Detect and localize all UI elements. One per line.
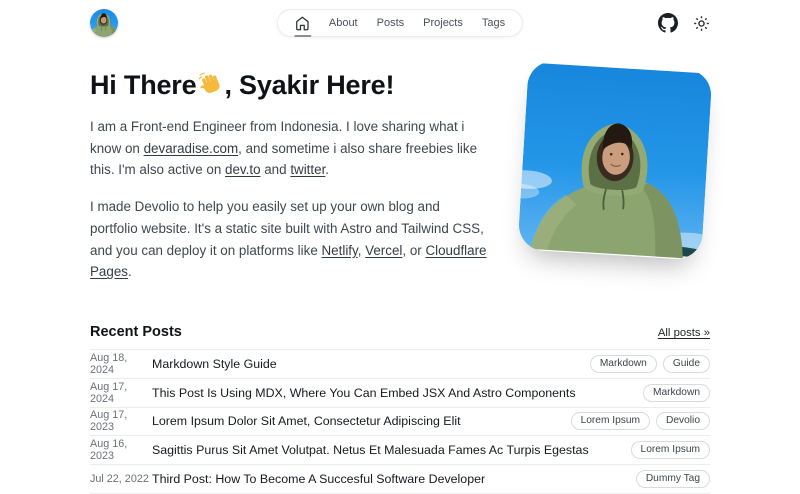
post-tags: Lorem Ipsum [631,441,710,459]
post-row: Jul 22, 2022 Third Post: How To Become A… [90,465,710,494]
tag-pill[interactable]: Devolio [656,412,710,430]
post-row: Aug 16, 2023 Sagittis Purus Sit Amet Vol… [90,436,710,465]
link-twitter[interactable]: twitter [290,162,325,177]
devolio-paragraph: I made Devolio to help you easily set up… [90,196,488,283]
header-actions [658,13,710,33]
post-list: Aug 18, 2024 Markdown Style Guide Markdo… [90,349,710,494]
post-row: Aug 17, 2023 Lorem Ipsum Dolor Sit Amet,… [90,408,710,437]
nav-item-posts[interactable]: Posts [377,17,405,29]
post-title-link[interactable]: Markdown Style Guide [152,357,580,371]
wave-emoji-icon [197,71,223,97]
post-date: Aug 16, 2023 [90,438,152,462]
hero-section: Hi There👋, Syakir Here! I am a Front-end… [90,60,710,298]
post-row: Aug 18, 2024 Markdown Style Guide Markdo… [90,350,710,379]
post-title-link[interactable]: Lorem Ipsum Dolor Sit Amet, Consectetur … [152,414,561,428]
hero-photo [517,60,712,261]
nav-item-about[interactable]: About [329,17,358,29]
post-tags: Markdown Guide [590,355,710,373]
link-devaradise[interactable]: devaradise.com [144,141,239,156]
post-date: Aug 18, 2024 [90,352,152,376]
page-title: Hi There👋, Syakir Here! [90,70,488,101]
post-date: Jul 22, 2022 [90,473,152,485]
nav-active-indicator [294,35,311,37]
intro-paragraph: I am a Front-end Engineer from Indonesia… [90,116,488,181]
post-row: Aug 17, 2024 This Post Is Using MDX, Whe… [90,379,710,408]
sun-icon[interactable] [693,15,710,32]
top-bar: About Posts Projects Tags [90,8,710,38]
page-container: About Posts Projects Tags Hi There👋, Sya… [90,8,710,494]
recent-posts-section: Recent Posts All posts » Aug 18, 2024 Ma… [90,324,710,494]
post-tags: Markdown [643,384,710,402]
post-date: Aug 17, 2024 [90,381,152,405]
post-title-link[interactable]: This Post Is Using MDX, Where You Can Em… [152,386,633,400]
home-icon [295,16,310,31]
recent-posts-title: Recent Posts [90,324,182,340]
tag-pill[interactable]: Lorem Ipsum [631,441,710,459]
nav-item-projects[interactable]: Projects [423,17,463,29]
hero-text: Hi There👋, Syakir Here! I am a Front-end… [90,60,488,298]
tag-pill[interactable]: Lorem Ipsum [571,412,650,430]
tag-pill[interactable]: Guide [663,355,710,373]
link-devto[interactable]: dev.to [225,162,260,177]
main-nav: About Posts Projects Tags [277,9,523,37]
nav-item-tags[interactable]: Tags [482,17,505,29]
github-icon[interactable] [658,13,678,33]
tag-pill[interactable]: Markdown [643,384,710,402]
tag-pill[interactable]: Markdown [590,355,657,373]
avatar[interactable] [90,9,118,37]
link-netlify[interactable]: Netlify [322,243,358,258]
post-title-link[interactable]: Third Post: How To Become A Succesful So… [152,472,626,486]
post-tags: Dummy Tag [636,470,710,488]
post-date: Aug 17, 2023 [90,409,152,433]
link-vercel[interactable]: Vercel [365,243,402,258]
tag-pill[interactable]: Dummy Tag [636,470,710,488]
all-posts-link[interactable]: All posts » [658,327,710,339]
post-title-link[interactable]: Sagittis Purus Sit Amet Volutpat. Netus … [152,443,621,457]
nav-item-home[interactable] [295,10,310,36]
post-tags: Lorem Ipsum Devolio [571,412,710,430]
